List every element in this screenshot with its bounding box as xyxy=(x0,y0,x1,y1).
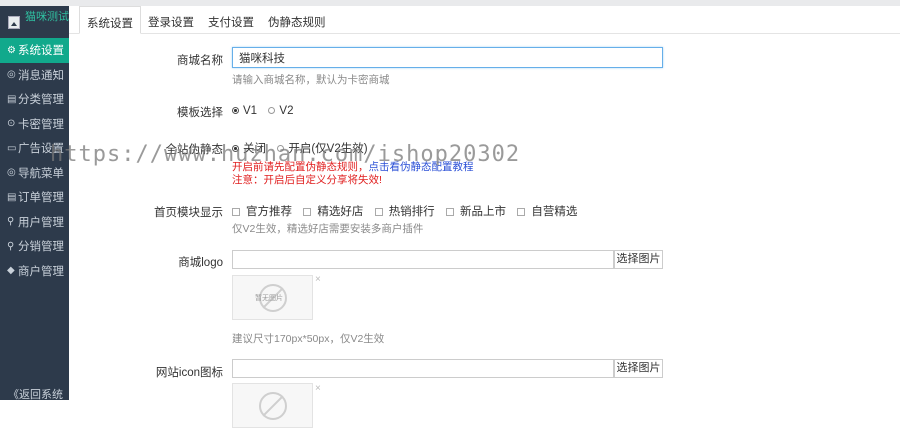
sidebar-item-label: 分销管理 xyxy=(18,241,64,254)
logo-label: 商城logo xyxy=(178,257,223,269)
module-official-label: 官方推荐 xyxy=(246,206,292,218)
site-icon-label: 网站icon图标 xyxy=(155,367,223,379)
module-hot-sales-label: 热销排行 xyxy=(388,206,435,218)
sidebar-item-label: 导航菜单 xyxy=(18,167,64,180)
sidebar-item-label: 订单管理 xyxy=(18,192,64,205)
module-self-operated-label: 自营精选 xyxy=(531,206,578,218)
site-icon-remove-icon[interactable]: × xyxy=(315,383,321,394)
sidebar-item-icon: ▤ xyxy=(7,191,17,203)
sidebar-item-icon: ⚙ xyxy=(7,44,16,56)
template-v1-label: V1 xyxy=(243,105,258,117)
sidebar-item-icon: ⊙ xyxy=(7,118,16,130)
tab-login-settings[interactable]: 登录设置 xyxy=(141,6,201,34)
logo-placeholder-text: 暂无图片 xyxy=(255,295,283,302)
shop-name-label: 商城名称 xyxy=(177,55,223,67)
sidebar-item[interactable]: ◎ 消息通知 xyxy=(0,63,69,88)
template-radio-group: V1 V2 xyxy=(232,103,302,117)
sidebar-item-label: 商户管理 xyxy=(18,265,64,278)
logo-path-input[interactable] xyxy=(232,250,614,269)
sidebar-item-label: 分类管理 xyxy=(18,94,64,107)
sidebar-item[interactable]: ▤ 分类管理 xyxy=(0,87,69,112)
tab-bar: 系统设置 登录设置 支付设置 伪静态规则 xyxy=(69,6,900,34)
template-v2-label: V2 xyxy=(279,105,294,117)
sidebar-item-icon: ⚲ xyxy=(7,216,15,228)
tab-rewrite-rules[interactable]: 伪静态规则 xyxy=(261,6,333,34)
site-icon-path-input[interactable] xyxy=(232,359,614,378)
shop-name-input[interactable]: 猫咪科技 xyxy=(232,47,663,68)
sidebar-item[interactable]: ▤ 订单管理 xyxy=(0,185,69,210)
sidebar-item-label: 用户管理 xyxy=(18,216,64,229)
site-icon-image-placeholder xyxy=(232,383,313,428)
logo-remove-icon[interactable]: × xyxy=(315,274,321,285)
logo-select-image-button[interactable]: 选择图片 xyxy=(614,250,663,269)
brand-logo-icon xyxy=(8,15,20,29)
site-icon-select-image-button[interactable]: 选择图片 xyxy=(614,359,663,378)
pseudo-static-warning: 注意：开启后自定义分享将失效! xyxy=(232,174,382,186)
tab-system-settings[interactable]: 系统设置 xyxy=(79,6,141,34)
sidebar-item[interactable]: ⚲ 分销管理 xyxy=(0,234,69,259)
sidebar-item-label: 消息通知 xyxy=(18,69,64,82)
template-v2-radio[interactable] xyxy=(268,107,276,115)
brand: 猫咪测试 xyxy=(0,6,69,38)
logo-image-placeholder: 暂无图片 xyxy=(232,275,313,320)
sidebar-item-icon: ◎ xyxy=(7,167,16,179)
module-featured-shops-checkbox[interactable] xyxy=(303,207,312,216)
back-to-system-link[interactable]: 《返回系统 xyxy=(0,386,69,400)
home-modules-checkbox-group: 官方推荐 精选好店 热销排行 新品上市 自营精选 xyxy=(232,203,585,219)
sidebar-item[interactable]: ⚲ 用户管理 xyxy=(0,210,69,235)
main-content: 系统设置 登录设置 支付设置 伪静态规则 商城名称 猫咪科技 请输入商城名称，默… xyxy=(69,6,900,428)
module-featured-shops-label: 精选好店 xyxy=(317,206,364,218)
template-v1-radio[interactable] xyxy=(232,107,239,115)
sidebar-item-icon: ◎ xyxy=(7,69,16,81)
sidebar-item[interactable]: ⚙ 系统设置 xyxy=(0,38,69,63)
sidebar: 猫咪测试 ⚙ 系统设置 ◎ 消息通知 ▤ 分类管理 ⊙ 卡密管理 ▭ 广告设置 ◎ 导航菜单 ▤ 订单管理… xyxy=(0,6,69,400)
shop-name-help: 请输入商城名称，默认为卡密商城 xyxy=(232,74,390,86)
sidebar-item-icon: ▤ xyxy=(7,93,17,105)
sidebar-item-icon: ⚲ xyxy=(7,240,15,252)
module-self-operated-checkbox[interactable] xyxy=(517,207,526,216)
template-label: 模板选择 xyxy=(177,107,223,119)
home-modules-label: 首页模块显示 xyxy=(154,207,223,219)
sidebar-item-label: 系统设置 xyxy=(18,45,64,58)
sidebar-item[interactable]: ⊙ 卡密管理 xyxy=(0,112,69,137)
module-hot-sales-checkbox[interactable] xyxy=(374,207,383,216)
sidebar-item[interactable]: ◆ 商户管理 xyxy=(0,259,69,284)
brand-name: 猫咪测试 xyxy=(25,11,69,23)
sidebar-item-icon: ▭ xyxy=(7,142,17,154)
module-new-arrivals-checkbox[interactable] xyxy=(446,207,455,216)
sidebar-item-icon: ◆ xyxy=(7,265,15,277)
no-image-icon xyxy=(259,392,287,420)
sidebar-item-label: 卡密管理 xyxy=(18,118,64,131)
home-modules-help: 仅V2生效，精选好店需要安装多商户插件 xyxy=(232,223,424,235)
watermark: https://www.huzhan.com/ishop20302 xyxy=(50,142,521,167)
module-official-checkbox[interactable] xyxy=(232,207,240,216)
module-new-arrivals-label: 新品上市 xyxy=(460,206,507,218)
logo-size-help: 建议尺寸170px*50px，仅V2生效 xyxy=(232,333,385,345)
tab-payment-settings[interactable]: 支付设置 xyxy=(201,6,261,34)
